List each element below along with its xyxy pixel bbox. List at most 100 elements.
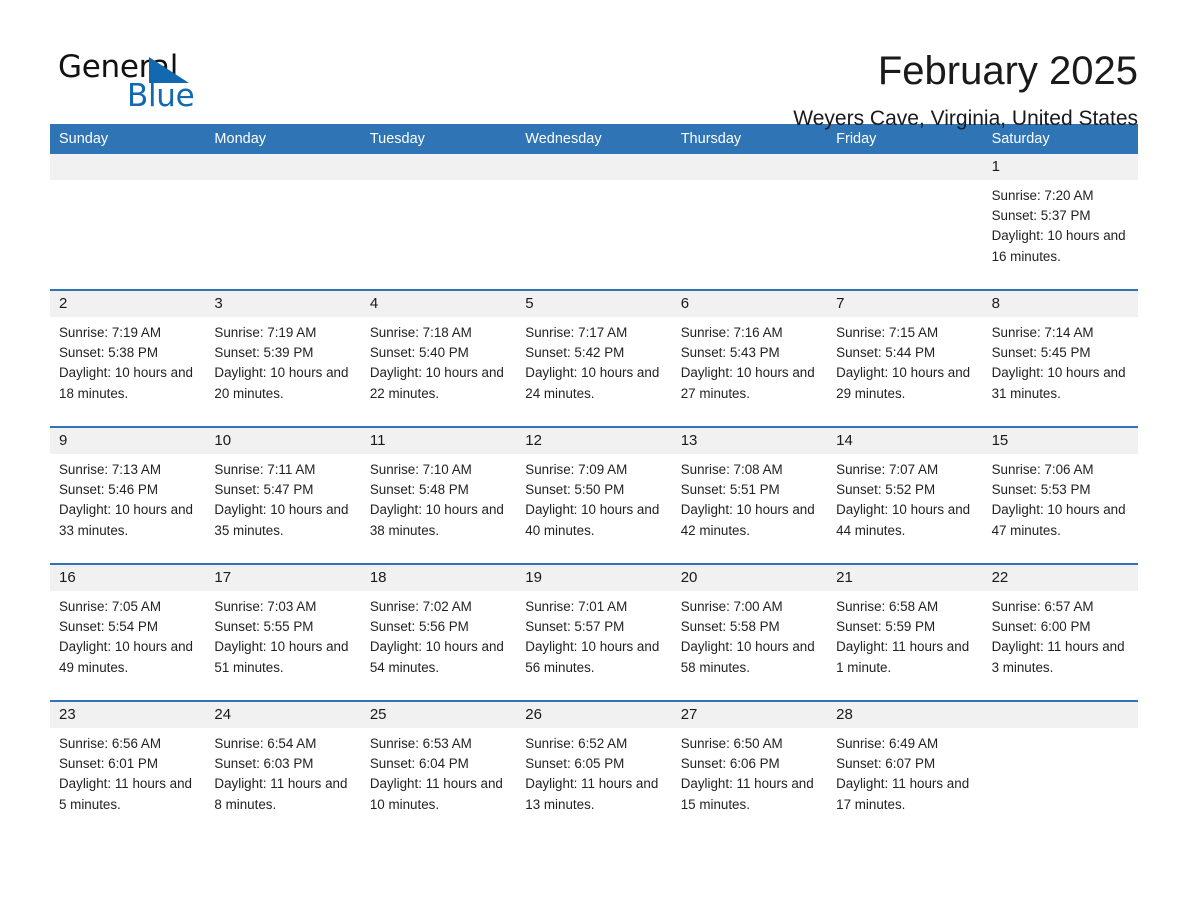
calendar-day-cell[interactable]: 15 Sunrise: 7:06 AM Sunset: 5:53 PM Dayligh… [982, 428, 1138, 563]
page-header: General Blue February 2025 Weyers Cave, … [50, 0, 1138, 130]
daylight-text: Daylight: 11 hours and 17 minutes. [836, 776, 970, 812]
day-number: 21 [827, 565, 983, 591]
day-details: Sunrise: 7:08 AM Sunset: 5:51 PM Daylight:… [672, 454, 827, 541]
calendar-day-cell-empty [982, 702, 1138, 837]
calendar-day-cell[interactable]: 9 Sunrise: 7:13 AM Sunset: 5:46 PM Daylight… [50, 428, 206, 563]
calendar-day-cell[interactable]: 24 Sunrise: 6:54 AM Sunset: 6:03 PM Dayligh… [205, 702, 361, 837]
day-details: Sunrise: 6:52 AM Sunset: 6:05 PM Daylight:… [516, 728, 671, 815]
sunset-text: Sunset: 5:51 PM [680, 482, 780, 498]
daylight-text: Daylight: 11 hours and 8 minutes. [214, 776, 348, 812]
sunset-text: Sunset: 5:47 PM [214, 482, 314, 498]
day-number: 18 [360, 565, 517, 591]
day-details: Sunrise: 7:05 AM Sunset: 5:54 PM Daylight:… [50, 591, 205, 678]
calendar-day-cell[interactable]: 21 Sunrise: 6:58 AM Sunset: 5:59 PM Dayligh… [827, 565, 983, 700]
calendar-week-row: 23 Sunrise: 6:56 AM Sunset: 6:01 PM Dayligh… [50, 700, 1138, 837]
day-details: Sunrise: 7:11 AM Sunset: 5:47 PM Daylight:… [205, 454, 360, 541]
sunset-text: Sunset: 6:07 PM [836, 756, 936, 772]
calendar-day-cell[interactable]: 22 Sunrise: 6:57 AM Sunset: 6:00 PM Dayligh… [982, 565, 1138, 700]
calendar-day-cell[interactable]: 4 Sunrise: 7:18 AM Sunset: 5:40 PM Daylight… [360, 291, 517, 426]
day-number: 16 [50, 565, 206, 591]
weekday-header-tuesday: Tuesday [369, 131, 425, 147]
daylight-text: Daylight: 10 hours and 31 minutes. [991, 365, 1126, 401]
sunset-text: Sunset: 6:06 PM [680, 756, 780, 772]
calendar-day-cell[interactable]: 23 Sunrise: 6:56 AM Sunset: 6:01 PM Dayligh… [50, 702, 206, 837]
day-details: Sunrise: 6:56 AM Sunset: 6:01 PM Daylight:… [50, 728, 205, 815]
daylight-text: Daylight: 10 hours and 54 minutes. [369, 639, 504, 675]
sunset-text: Sunset: 5:44 PM [836, 345, 936, 361]
day-details: Sunrise: 7:19 AM Sunset: 5:38 PM Daylight:… [50, 317, 205, 404]
sunset-text: Sunset: 5:45 PM [991, 345, 1091, 361]
calendar-day-cell[interactable]: 3 Sunrise: 7:19 AM Sunset: 5:39 PM Daylight… [205, 291, 361, 426]
sunrise-text: Sunrise: 7:14 AM [991, 325, 1094, 340]
daylight-text: Daylight: 10 hours and 22 minutes. [369, 365, 504, 401]
day-number: 19 [516, 565, 672, 591]
calendar-day-cell[interactable]: 12 Sunrise: 7:09 AM Sunset: 5:50 PM Dayligh… [516, 428, 672, 563]
day-number [516, 154, 672, 180]
sunset-text: Sunset: 5:38 PM [59, 345, 158, 361]
calendar-day-cell[interactable]: 1 Sunrise: 7:20 AM Sunset: 5:37 PM Daylight… [982, 154, 1138, 289]
day-details: Sunrise: 7:19 AM Sunset: 5:39 PM Daylight:… [205, 317, 360, 404]
daylight-text: Daylight: 10 hours and 16 minutes. [991, 228, 1126, 264]
calendar-day-cell[interactable]: 16 Sunrise: 7:05 AM Sunset: 5:54 PM Dayligh… [50, 565, 206, 700]
daylight-text: Daylight: 10 hours and 40 minutes. [525, 502, 660, 538]
calendar-day-cell-empty [516, 154, 672, 289]
calendar-day-cell[interactable]: 7 Sunrise: 7:15 AM Sunset: 5:44 PM Daylight… [827, 291, 983, 426]
daylight-text: Daylight: 10 hours and 35 minutes. [214, 502, 349, 538]
day-number: 9 [50, 428, 206, 454]
calendar-day-cell[interactable]: 28 Sunrise: 6:49 AM Sunset: 6:07 PM Dayligh… [827, 702, 983, 837]
daylight-text: Daylight: 10 hours and 20 minutes. [214, 365, 349, 401]
daylight-text: Daylight: 10 hours and 33 minutes. [59, 502, 193, 538]
weekday-header-sunday: Sunday [59, 131, 109, 147]
sunrise-text: Sunrise: 7:08 AM [680, 462, 783, 477]
day-number: 15 [982, 428, 1138, 454]
sunrise-text: Sunrise: 7:19 AM [59, 325, 161, 340]
day-details: Sunrise: 7:03 AM Sunset: 5:55 PM Daylight:… [205, 591, 360, 678]
calendar-day-cell[interactable]: 6 Sunrise: 7:16 AM Sunset: 5:43 PM Daylight… [671, 291, 828, 426]
sunset-text: Sunset: 5:46 PM [59, 482, 158, 498]
calendar-day-cell[interactable]: 26 Sunrise: 6:52 AM Sunset: 6:05 PM Dayligh… [516, 702, 672, 837]
sunrise-text: Sunrise: 7:05 AM [59, 599, 161, 614]
calendar-day-cell[interactable]: 27 Sunrise: 6:50 AM Sunset: 6:06 PM Dayligh… [671, 702, 828, 837]
sunrise-text: Sunrise: 7:06 AM [991, 462, 1094, 477]
calendar-day-cell[interactable]: 17 Sunrise: 7:03 AM Sunset: 5:55 PM Dayligh… [205, 565, 361, 700]
sunrise-text: Sunrise: 7:09 AM [525, 462, 628, 477]
calendar-day-cell[interactable]: 13 Sunrise: 7:08 AM Sunset: 5:51 PM Dayligh… [671, 428, 828, 563]
day-number [205, 154, 361, 180]
sunrise-text: Sunrise: 7:11 AM [214, 462, 316, 477]
calendar-day-cell[interactable]: 20 Sunrise: 7:00 AM Sunset: 5:58 PM Dayligh… [671, 565, 828, 700]
day-number: 24 [205, 702, 361, 728]
general-blue-logo[interactable]: General Blue [50, 46, 250, 116]
sunrise-text: Sunrise: 7:18 AM [369, 325, 472, 340]
day-details: Sunrise: 7:06 AM Sunset: 5:53 PM Daylight:… [983, 454, 1138, 541]
calendar-day-cell[interactable]: 10 Sunrise: 7:11 AM Sunset: 5:47 PM Dayligh… [205, 428, 361, 563]
daylight-text: Daylight: 11 hours and 1 minute. [836, 639, 970, 675]
sunset-text: Sunset: 6:01 PM [59, 756, 158, 772]
calendar-day-cell[interactable]: 8 Sunrise: 7:14 AM Sunset: 5:45 PM Daylight… [982, 291, 1138, 426]
day-details: Sunrise: 7:02 AM Sunset: 5:56 PM Daylight:… [361, 591, 516, 678]
calendar-day-cell[interactable]: 14 Sunrise: 7:07 AM Sunset: 5:52 PM Dayligh… [827, 428, 983, 563]
sunrise-text: Sunrise: 7:02 AM [369, 599, 472, 614]
daylight-text: Daylight: 11 hours and 10 minutes. [369, 776, 503, 812]
day-details: Sunrise: 6:54 AM Sunset: 6:03 PM Daylight:… [205, 728, 360, 815]
calendar-day-cell[interactable]: 19 Sunrise: 7:01 AM Sunset: 5:57 PM Dayligh… [516, 565, 672, 700]
day-details: Sunrise: 7:17 AM Sunset: 5:42 PM Daylight:… [516, 317, 671, 404]
calendar-page: General Blue February 2025 Weyers Cave, … [0, 0, 1188, 918]
day-number: 1 [982, 154, 1138, 180]
day-number: 27 [671, 702, 828, 728]
calendar-day-cell[interactable]: 25 Sunrise: 6:53 AM Sunset: 6:04 PM Dayligh… [360, 702, 517, 837]
daylight-text: Daylight: 11 hours and 3 minutes. [991, 639, 1125, 675]
day-details: Sunrise: 6:49 AM Sunset: 6:07 PM Daylight:… [827, 728, 982, 815]
calendar-day-cell[interactable]: 18 Sunrise: 7:02 AM Sunset: 5:56 PM Dayligh… [360, 565, 517, 700]
daylight-text: Daylight: 11 hours and 13 minutes. [525, 776, 659, 812]
sunrise-text: Sunrise: 7:15 AM [836, 325, 939, 340]
sunrise-text: Sunrise: 7:00 AM [680, 599, 783, 614]
calendar-day-cell[interactable]: 5 Sunrise: 7:17 AM Sunset: 5:42 PM Daylight… [516, 291, 672, 426]
calendar-day-cell[interactable]: 11 Sunrise: 7:10 AM Sunset: 5:48 PM Dayligh… [360, 428, 517, 563]
day-number: 17 [205, 565, 361, 591]
day-details: Sunrise: 7:16 AM Sunset: 5:43 PM Daylight:… [672, 317, 827, 404]
calendar-day-cell[interactable]: 2 Sunrise: 7:19 AM Sunset: 5:38 PM Daylight… [50, 291, 206, 426]
day-number: 22 [982, 565, 1138, 591]
weekday-header-saturday: Saturday [991, 131, 1050, 147]
day-details: Sunrise: 7:07 AM Sunset: 5:52 PM Daylight:… [827, 454, 982, 541]
sunset-text: Sunset: 5:52 PM [836, 482, 936, 498]
